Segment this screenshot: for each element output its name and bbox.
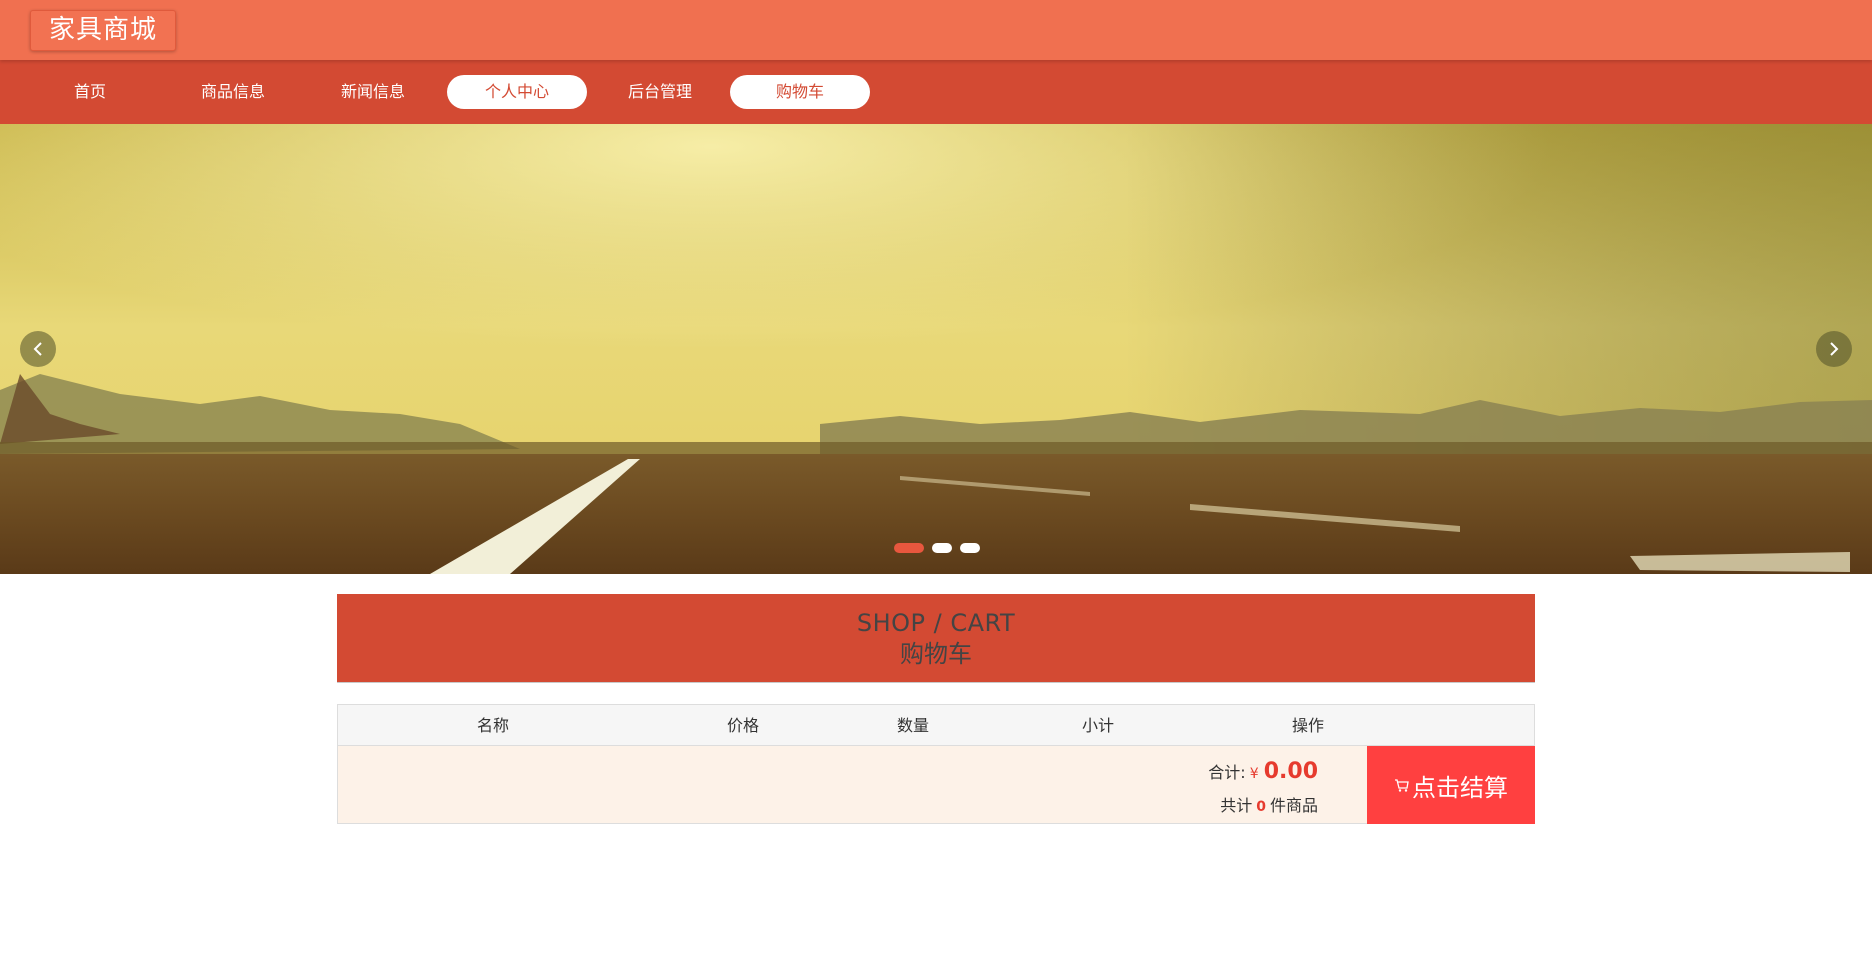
carousel-dot-3[interactable]	[960, 543, 980, 553]
checkout-label: 点击结算	[1412, 773, 1508, 802]
banner-carousel	[0, 124, 1872, 574]
nav-admin[interactable]: 后台管理	[590, 75, 730, 109]
chevron-left-icon	[33, 342, 42, 356]
cart-icon	[1394, 777, 1410, 793]
column-header-name: 名称	[476, 716, 509, 735]
column-header-price: 价格	[726, 716, 759, 735]
cart-title-banner: SHOP / CART 购物车	[337, 594, 1535, 683]
carousel-next-button[interactable]	[1816, 331, 1852, 367]
site-logo[interactable]: 家具商城	[30, 10, 177, 51]
banner-image	[0, 124, 1872, 574]
total-amount: 0.00	[1263, 759, 1318, 784]
nav-products[interactable]: 商品信息	[163, 75, 303, 109]
count-suffix: 件商品	[1269, 796, 1318, 815]
currency-symbol: ¥	[1249, 766, 1259, 782]
total-label: 合计:	[1208, 763, 1246, 782]
chevron-right-icon	[1830, 342, 1839, 356]
cart-table: 名称 价格 数量 小计 操作 合计: ¥ 0.00 共计 0 件商品 点击结算	[337, 704, 1535, 824]
main-nav: 首页 商品信息 新闻信息 个人中心 后台管理 购物车	[0, 60, 1872, 124]
cart-summary: 合计: ¥ 0.00 共计 0 件商品 点击结算	[338, 746, 1535, 824]
checkout-button[interactable]: 点击结算	[1367, 746, 1535, 824]
count-value: 0	[1256, 799, 1266, 815]
cart-table-header: 名称 价格 数量 小计 操作	[338, 705, 1534, 746]
carousel-dot-2[interactable]	[932, 543, 952, 553]
column-header-action: 操作	[1291, 716, 1324, 735]
cart-total: 合计: ¥ 0.00	[1208, 759, 1318, 784]
cart-item-count: 共计 0 件商品	[1220, 792, 1318, 816]
count-prefix: 共计	[1220, 796, 1253, 815]
top-header: 家具商城	[0, 0, 1872, 60]
carousel-prev-button[interactable]	[20, 331, 56, 367]
cart-title-zh: 购物车	[900, 640, 972, 668]
nav-home[interactable]: 首页	[20, 75, 160, 109]
cart-title-en: SHOP / CART	[856, 609, 1016, 637]
column-header-subtotal: 小计	[1081, 716, 1114, 735]
nav-news[interactable]: 新闻信息	[303, 75, 443, 109]
carousel-indicators	[894, 543, 980, 553]
nav-personal-center[interactable]: 个人中心	[447, 75, 587, 109]
column-header-quantity: 数量	[896, 716, 929, 735]
carousel-dot-1[interactable]	[894, 543, 924, 553]
nav-cart[interactable]: 购物车	[730, 75, 870, 109]
